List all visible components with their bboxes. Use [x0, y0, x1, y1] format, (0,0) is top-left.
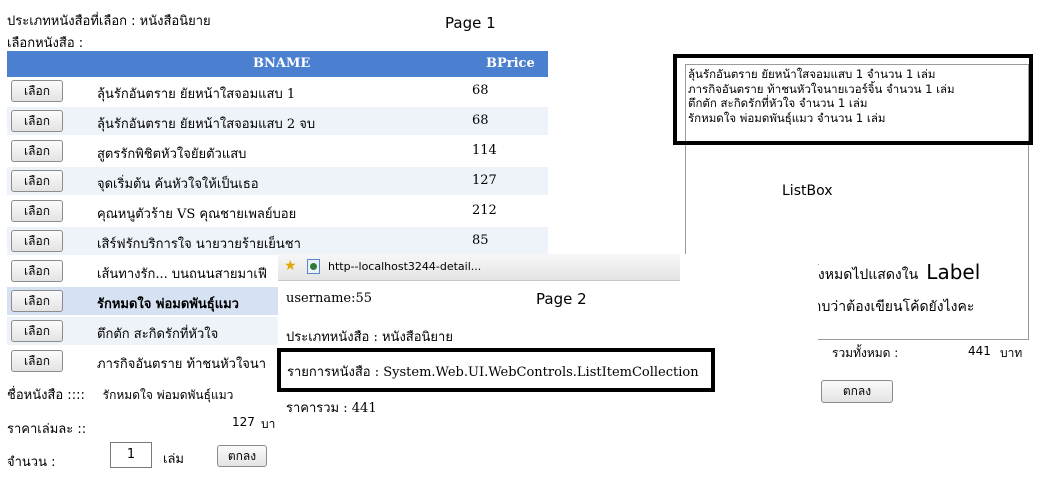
book-name-cell: ลุ้นรักอันตราย ยัยหน้าใสจอมแสบ 2 จบ	[97, 117, 316, 132]
select-button[interactable]: เลือก	[11, 140, 63, 162]
book-name-cell: ตึกตัก สะกิดรักที่หัวใจ	[97, 327, 219, 342]
listbox-item[interactable]: รักหมดใจ พ่อมดพันธุ์แมว จำนวน 1 เล่ม	[688, 111, 955, 126]
book-price-cell: 68	[472, 113, 489, 128]
book-price-cell: 68	[472, 83, 489, 98]
listbox-items: ลุ้นรักอันตราย ยัยหน้าใสจอมแสบ 1 จำนวน 1…	[688, 67, 955, 125]
page2-label: Page 2	[536, 290, 587, 308]
category-selected-line: ประเภทหนังสือที่เลือก : หนังสือนิยาย	[7, 10, 211, 31]
page-icon	[307, 259, 320, 274]
category-label: ประเภทหนังสือที่เลือก :	[7, 14, 136, 29]
ok-button[interactable]: ตกลง	[217, 445, 267, 467]
price-unit: บา	[261, 417, 276, 431]
book-price-cell: 114	[472, 143, 497, 158]
table-row: เลือก ลุ้นรักอันตราย ยัยหน้าใสจอมแสบ 1 6…	[7, 77, 548, 105]
page1-label: Page 1	[445, 14, 496, 32]
qty-label: จำนวน :	[7, 455, 56, 470]
book-price-cell: 85	[472, 233, 489, 248]
book-name-cell: จุดเริ่มต้น ค้นหัวใจให้เป็นเธอ	[97, 177, 259, 192]
listbox-item[interactable]: ลุ้นรักอันตราย ยัยหน้าใสจอมแสบ 1 จำนวน 1…	[688, 67, 955, 82]
select-button[interactable]: เลือก	[11, 200, 63, 222]
table-row: เลือก จุดเริ่มต้น ค้นหัวใจให้เป็นเธอ 127	[7, 167, 548, 195]
book-name-cell: คุณหนูตัวร้าย VS คุณชายเพลย์บอย	[97, 207, 297, 222]
book-name-cell: สูตรรักพิชิตหัวใจยัยตัวแสบ	[97, 147, 247, 162]
select-button[interactable]: เลือก	[11, 230, 63, 252]
table-row: เลือก คุณหนูตัวร้าย VS คุณชายเพลย์บอย 21…	[7, 197, 548, 225]
select-button[interactable]: เลือก	[11, 80, 63, 102]
select-button[interactable]: เลือก	[11, 320, 63, 342]
price-value: 127	[232, 415, 255, 429]
ok-button-2[interactable]: ตกลง	[821, 380, 893, 403]
book-price-cell: 212	[472, 203, 497, 218]
book-name-value: รักหมดใจ พ่อมดพันธุ์แมว	[102, 388, 234, 402]
book-name-cell: ภารกิจอันตราย ท้าชนหัวใจนา	[97, 357, 267, 372]
table-row: เลือก ลุ้นรักอันตราย ยัยหน้าใสจอมแสบ 2 จ…	[7, 107, 548, 135]
page2-items-label: รายการหนังสือ : System.Web.UI.WebControl…	[287, 365, 699, 380]
total-unit: บาท	[1000, 346, 1023, 360]
book-name-cell: รักหมดใจ พ่อมดพันธุ์แมว	[97, 297, 239, 312]
book-name-cell: เสิร์ฟรักบริการใจ นายวายร้ายเย็นชา	[97, 237, 301, 252]
total-label: รวมทั้งหมด :	[832, 346, 899, 360]
total-value: 441	[968, 344, 991, 358]
book-name-line: ชื่อหนังสือ :::: รักหมดใจ พ่อมดพันธุ์แมว	[7, 384, 233, 405]
qty-input[interactable]: 1	[110, 442, 152, 468]
grid-header: BNAME BPrice	[7, 51, 548, 77]
favorites-star-icon[interactable]: ★	[284, 258, 297, 274]
grid-header-bprice: BPrice	[486, 56, 535, 71]
grid-header-bname: BNAME	[253, 56, 311, 71]
browser-tab-bar: ★ http--localhost3244-detail...	[278, 254, 680, 281]
book-price-cell: 127	[472, 173, 497, 188]
username-line: username:55	[286, 291, 373, 306]
select-book-label: เลือกหนังสือ :	[7, 36, 84, 51]
listbox-item[interactable]: ภารกิจอันตราย ท้าชนหัวใจนายเวอร์จิ้น จำน…	[688, 82, 955, 97]
select-button[interactable]: เลือก	[11, 260, 63, 282]
select-button[interactable]: เลือก	[11, 110, 63, 132]
price-label: ราคาเล่มละ ::	[7, 422, 87, 437]
browser-tab-title[interactable]: http--localhost3244-detail...	[328, 260, 481, 273]
select-button[interactable]: เลือก	[11, 290, 63, 312]
listbox-caption: ListBox	[782, 183, 833, 199]
qty-unit: เล่ม	[163, 452, 184, 467]
page2-category-line: ประเภทหนังสือ : หนังสือนิยาย	[286, 330, 453, 345]
page2-total-line: ราคารวม : 441	[286, 401, 377, 416]
book-name-label: ชื่อหนังสือ ::::	[7, 388, 85, 403]
select-button[interactable]: เลือก	[11, 350, 63, 372]
book-name-cell: ลุ้นรักอันตราย ยัยหน้าใสจอมแสบ 1	[97, 87, 296, 102]
note-label-word: Label	[926, 260, 981, 284]
category-value: หนังสือนิยาย	[139, 14, 211, 29]
select-button[interactable]: เลือก	[11, 170, 63, 192]
book-name-cell: เส้นทางรัก... บนถนนสายมาเฟี	[97, 267, 268, 282]
listbox-item[interactable]: ตึกตัก สะกิดรักที่หัวใจ จำนวน 1 เล่ม	[688, 96, 955, 111]
table-row: เลือก สูตรรักพิชิตหัวใจยัยตัวแสบ 114	[7, 137, 548, 165]
table-row: เลือก เสิร์ฟรักบริการใจ นายวายร้ายเย็นชา…	[7, 227, 548, 255]
